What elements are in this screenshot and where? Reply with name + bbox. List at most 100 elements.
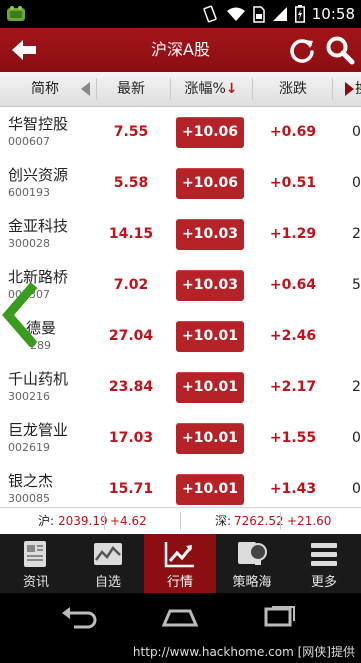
- stock-change: +0.64: [269, 277, 317, 293]
- nav-home-icon[interactable]: [158, 603, 202, 631]
- battery-icon: [294, 5, 305, 23]
- status-bar: 10:58: [0, 0, 361, 28]
- column-name-header[interactable]: 简称: [10, 72, 80, 106]
- tab-label: 更多: [310, 575, 337, 590]
- sh-index-value: 2039.19: [58, 514, 108, 528]
- stock-row[interactable]: 创兴资源 600193 5.58 +10.06 +0.51 0: [0, 158, 361, 210]
- column-divider: [170, 78, 171, 100]
- stock-name: 巨龙管业: [8, 421, 69, 439]
- tab-watchlist[interactable]: 自选: [72, 534, 144, 593]
- stock-change: +1.29: [269, 226, 317, 242]
- change-pct-badge: +10.01: [176, 423, 244, 454]
- tab-label: 行情: [166, 575, 193, 590]
- scroll-columns-left-icon[interactable]: [81, 82, 90, 96]
- partial-column-value: 0: [352, 175, 361, 191]
- change-pct-badge: +10.01: [176, 372, 244, 403]
- sz-index-value: 7262.52: [234, 514, 284, 528]
- app-screen: 10:58 沪深A股 简称 最新 涨幅%↓ 涨跌 换: [0, 0, 361, 663]
- tab-strategy[interactable]: 策略海: [216, 534, 288, 593]
- stock-code: 300028: [8, 237, 50, 250]
- stock-price: 7.02: [113, 277, 149, 293]
- stock-name: 银之杰: [8, 472, 54, 490]
- tab-label: 自选: [94, 575, 121, 590]
- stock-row[interactable]: 北新路桥 002307 7.02 +10.03 +0.64 5: [0, 260, 361, 312]
- page-back-chevron-icon[interactable]: [2, 283, 38, 347]
- stock-row[interactable]: 华智控股 000607 7.55 +10.06 +0.69 0: [0, 107, 361, 159]
- column-partial-header: 换: [355, 72, 361, 106]
- watermark-text: http://www.hackhome.com [网侠]提供: [0, 641, 361, 663]
- stock-row[interactable]: 德曼 289 27.04 +10.01 +2.46: [0, 311, 361, 363]
- sh-index-change: +4.62: [110, 514, 147, 528]
- title-bar: 沪深A股: [0, 28, 361, 72]
- change-pct-badge: +10.06: [176, 168, 244, 199]
- sz-index-change: +21.60: [287, 514, 332, 528]
- stock-price: 17.03: [108, 430, 154, 446]
- index-divider: [280, 512, 281, 530]
- vibrate-icon: [203, 5, 217, 23]
- index-summary-bar: 沪: 2039.19 +4.62 深: 7262.52 +21.60: [0, 507, 361, 534]
- sim-card-icon: [253, 5, 265, 23]
- column-divider: [96, 78, 97, 100]
- market-chart-icon: [164, 542, 194, 568]
- stock-change: +1.43: [269, 481, 317, 497]
- tab-market[interactable]: 行情: [144, 534, 216, 593]
- strategy-bulb-icon: [238, 542, 267, 565]
- stock-row[interactable]: 银之杰 300085 15.71 +10.01 +1.43 0: [0, 464, 361, 507]
- sort-desc-arrow-icon: ↓: [225, 81, 238, 97]
- bottom-tab-bar: 资讯 自选 行情 策略海 更多: [0, 534, 361, 593]
- tab-label: 资讯: [22, 575, 49, 590]
- stock-name: 华智控股: [8, 115, 69, 133]
- stock-list[interactable]: 华智控股 000607 7.55 +10.06 +0.69 0 创兴资源 600…: [0, 107, 361, 507]
- stock-change: +2.17: [269, 379, 317, 395]
- partial-column-value: 2: [352, 379, 361, 395]
- change-pct-badge: +10.03: [176, 219, 244, 250]
- tab-news[interactable]: 资讯: [0, 534, 72, 593]
- stock-price: 5.58: [113, 175, 149, 191]
- change-pct-badge: +10.01: [176, 474, 244, 505]
- stock-row[interactable]: 金亚科技 300028 14.15 +10.03 +1.29 2: [0, 209, 361, 261]
- scroll-columns-right-icon[interactable]: [345, 82, 354, 96]
- partial-column-value: 5: [352, 277, 361, 293]
- nav-back-icon[interactable]: [58, 603, 102, 631]
- column-change-pct-label: 涨幅%: [184, 81, 226, 97]
- tab-label: 策略海: [232, 575, 272, 590]
- search-icon[interactable]: [325, 35, 355, 65]
- change-pct-badge: +10.03: [176, 270, 244, 301]
- stock-code: 000607: [8, 135, 50, 148]
- stock-name: 创兴资源: [8, 166, 69, 184]
- watchlist-icon: [94, 543, 122, 565]
- stock-row[interactable]: 千山药机 300216 23.84 +10.01 +2.17 2: [0, 362, 361, 414]
- sh-index-label: 沪:: [38, 514, 55, 528]
- stock-row[interactable]: 巨龙管业 002619 17.03 +10.01 +1.55 0: [0, 413, 361, 465]
- stock-price: 23.84: [108, 379, 154, 395]
- index-divider: [104, 512, 105, 530]
- more-menu-icon: [311, 543, 337, 566]
- stock-price: 7.55: [113, 124, 149, 140]
- wifi-icon: [226, 7, 245, 21]
- change-pct-badge: +10.06: [176, 117, 244, 148]
- column-latest-header[interactable]: 最新: [98, 72, 164, 106]
- stock-code: 600193: [8, 186, 50, 199]
- stock-change: +1.55: [269, 430, 317, 446]
- stock-name: 千山药机: [8, 370, 69, 388]
- index-divider: [180, 512, 181, 530]
- change-pct-badge: +10.01: [176, 321, 244, 352]
- refresh-icon[interactable]: [288, 36, 316, 64]
- tab-more[interactable]: 更多: [288, 534, 360, 593]
- column-divider: [332, 78, 333, 100]
- news-icon: [24, 541, 46, 567]
- clock: 10:58: [311, 5, 355, 23]
- column-change-header[interactable]: 涨跌: [258, 72, 328, 106]
- stock-price: 14.15: [108, 226, 154, 242]
- stock-name: 金亚科技: [8, 217, 69, 235]
- partial-column-value: 0: [352, 430, 361, 446]
- stock-change: +2.46: [269, 328, 317, 344]
- system-nav-bar: [0, 593, 361, 641]
- sz-index-label: 深:: [215, 514, 232, 528]
- stock-price: 27.04: [108, 328, 154, 344]
- column-header: 简称 最新 涨幅%↓ 涨跌 换: [0, 72, 361, 107]
- partial-column-value: 0: [352, 124, 361, 140]
- column-change-pct-header[interactable]: 涨幅%↓: [176, 72, 246, 106]
- nav-recents-icon[interactable]: [258, 603, 302, 631]
- stock-code: 300085: [8, 492, 50, 505]
